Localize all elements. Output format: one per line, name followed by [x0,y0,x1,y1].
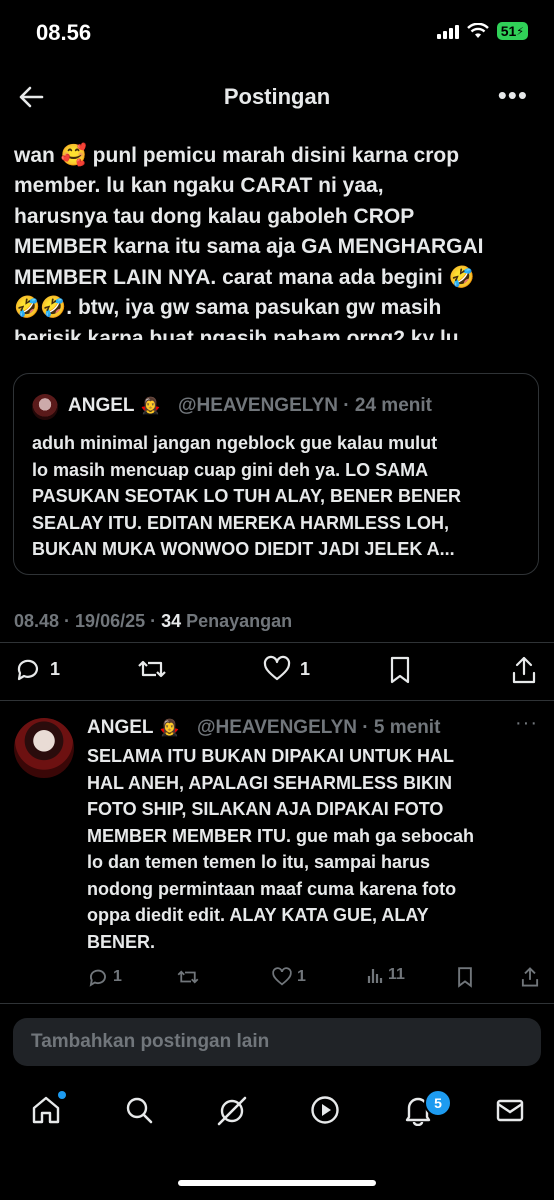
quoted-name-text: ANGEL [68,395,135,416]
reply-icon [89,969,106,987]
repost-icon [138,660,166,678]
reply-name-text: ANGEL [87,717,154,738]
reply-icon [17,659,39,681]
add-post-input[interactable]: Tambahkan postingan lain [13,1018,541,1066]
reply-reply-button[interactable]: 1 [87,966,122,988]
battery-level: 51 [500,23,517,39]
post-text: wan 🥰 punl pemicu marah disini karna cro… [14,118,544,341]
bookmark-button[interactable] [388,655,412,685]
quoted-display-name[interactable]: ANGEL 🧛‍♀️ [68,395,166,417]
search-icon[interactable] [123,1094,155,1126]
reply-like-count: 1 [297,968,306,985]
battery-indicator: 51 ⚡ [496,22,528,40]
analytics-icon [367,969,383,983]
post-meta: 08.48 · 19/06/25 · 34 Penayangan [14,611,292,632]
reply-button[interactable]: 1 [14,655,60,683]
like-count: 1 [300,658,311,679]
quoted-handle-time: @HEAVENGELYN · 24 menit [178,395,432,416]
share-icon [521,967,539,987]
reply-bookmark-button[interactable] [456,966,474,988]
divider [0,1003,554,1004]
quoted-post-card[interactable]: ANGEL 🧛‍♀️ @HEAVENGELYN · 24 menit aduh m… [13,373,539,575]
post-text-content: wan 🥰 punl pemicu marah disini karna cro… [14,143,484,341]
charging-icon: ⚡ [516,25,524,38]
status-time: 08.56 [36,20,92,45]
reply-display-name[interactable]: ANGEL 🧛‍♀️ [87,717,185,739]
reply-avatar[interactable] [14,718,74,778]
quoted-post-text: aduh minimal jangan ngeblock gue kalau m… [32,433,462,559]
bookmark-icon [390,656,410,684]
reply-share-button[interactable] [520,966,540,988]
reply-repost-button[interactable] [176,966,200,988]
reply-reply-count: 1 [113,968,122,985]
vampire-emoji-icon: 🧛‍♀️ [159,720,180,737]
heart-icon [263,655,291,681]
post-timestamp: 08.48 · 19/06/25 · [14,611,162,631]
repost-button[interactable] [136,655,168,683]
grok-icon[interactable] [215,1094,249,1128]
like-button[interactable]: 1 [262,655,310,683]
home-unread-dot [58,1091,66,1099]
status-icons: 51 ⚡ [436,22,528,40]
signal-icon [436,23,459,39]
reply-text: SELAMA ITU BUKAN DIPAKAI UNTUK HAL HAL A… [87,746,475,952]
reply-views-button[interactable]: 11 [366,966,405,984]
vampire-emoji-icon: 🧛‍♀️ [140,398,161,415]
home-icon[interactable] [30,1094,62,1126]
post-action-bar: 1 1 [0,655,554,685]
views-count: 34 [161,611,182,631]
divider [0,642,554,643]
views-label: Penayangan [181,611,293,631]
home-indicator [178,1180,376,1186]
more-options-icon[interactable]: ••• [498,82,528,108]
reply-more-icon[interactable]: ··· [515,712,538,735]
repost-icon [177,970,199,984]
heart-icon [272,967,292,986]
reply-count: 1 [50,658,61,679]
bookmark-icon [458,967,472,988]
messages-envelope-icon[interactable] [494,1094,526,1126]
reply-handle-time: @HEAVENGELYN · 5 menit [197,717,441,738]
divider [0,700,554,701]
notifications-badge: 5 [424,1089,452,1117]
reply-action-bar: 1 1 11 [0,966,554,992]
video-play-icon[interactable] [309,1094,341,1126]
share-icon [512,656,536,684]
quoted-avatar[interactable] [32,394,58,420]
reply-like-button[interactable]: 1 [271,966,306,988]
page-title: Postingan [223,84,331,109]
wifi-icon [466,23,489,38]
reply-views-count: 11 [388,966,405,983]
share-button[interactable] [510,655,538,685]
